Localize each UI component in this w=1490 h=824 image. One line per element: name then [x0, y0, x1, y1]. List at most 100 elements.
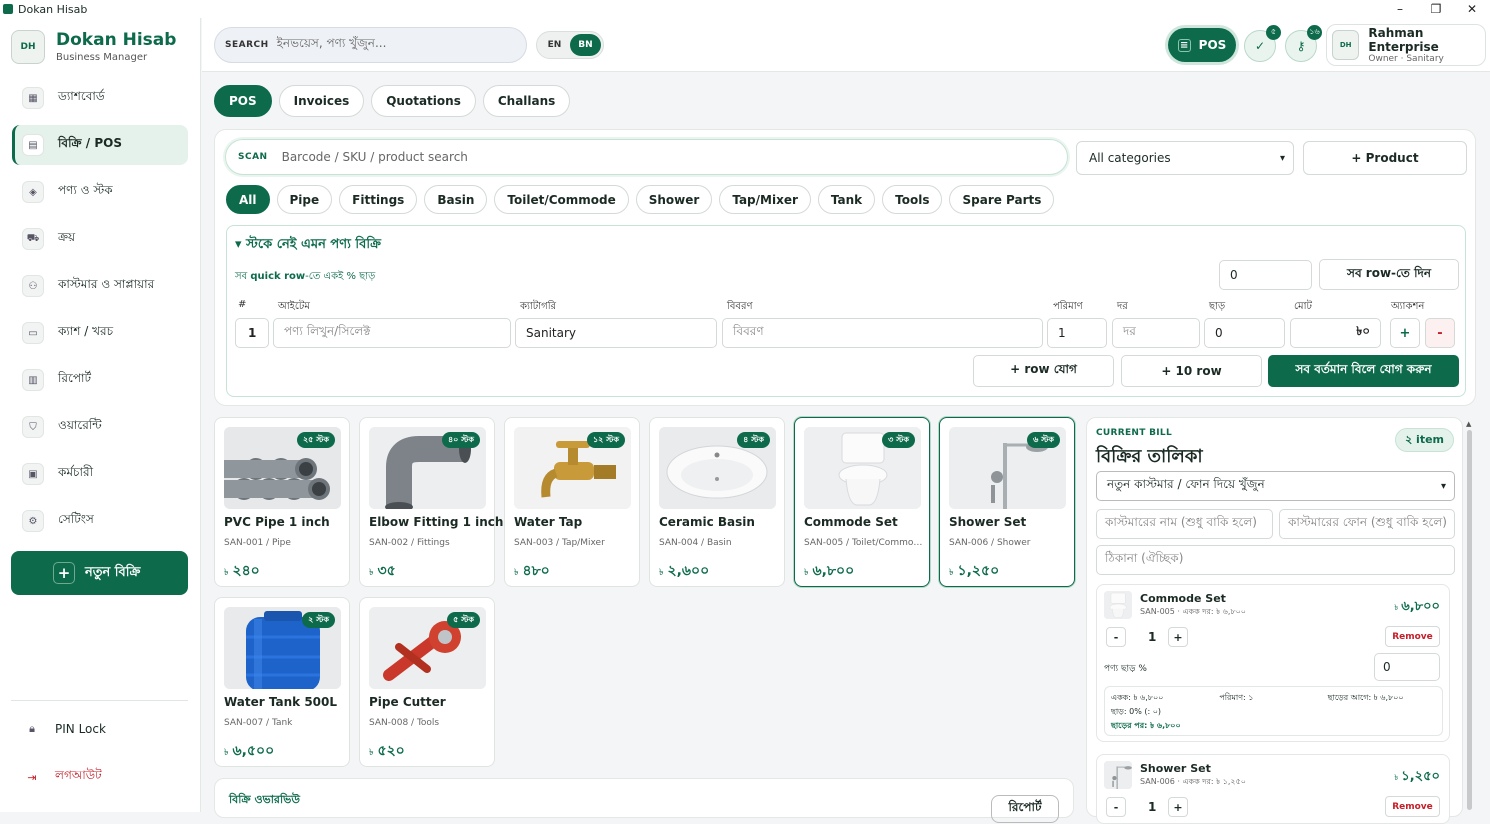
key-button[interactable]: ⚷ ১৬ — [1285, 25, 1322, 62]
category-chip[interactable]: Spare Parts — [949, 185, 1055, 214]
customer-name-input[interactable]: কাস্টমারের নাম (শুধু বাকি হলে) — [1096, 509, 1273, 539]
sidebar-item-receipt[interactable]: ▤ বিক্রি / POS — [12, 125, 188, 165]
category-chip[interactable]: Fittings — [339, 185, 418, 214]
sidebar-item-label: ক্রয় — [58, 230, 76, 244]
row-add-button[interactable]: + — [1390, 318, 1420, 348]
product-sku: SAN-007 / Tank — [224, 718, 293, 728]
new-sale-label: নতুন বিক্রি — [85, 564, 141, 580]
sidebar-item-label: সেটিংস — [58, 512, 94, 526]
item-calculation: একক: ৳ ৬,৮০০ পরিমাণ: ১ ছাড়ের আগে: ৳ ৬,৮০০… — [1104, 686, 1443, 736]
remove-item-button[interactable]: Remove — [1385, 796, 1440, 817]
sales-tabs: POS Invoices Quotations Challans — [214, 85, 577, 117]
category-chip[interactable]: Tools — [882, 185, 943, 214]
sidebar-item-gear[interactable]: ⚙ সেটিংস — [12, 501, 188, 541]
add-to-bill-button[interactable]: সব বর্তমান বিলে যোগ করুন — [1268, 355, 1459, 387]
tab-pos[interactable]: POS — [214, 85, 272, 117]
bill-scrollbar[interactable]: ▲ — [1466, 420, 1474, 812]
bulk-discount-input[interactable]: 0 — [1219, 260, 1312, 290]
category-chip[interactable]: Pipe — [276, 185, 333, 214]
tab-invoices[interactable]: Invoices — [278, 85, 365, 117]
sidebar-item-truck[interactable]: ⛟ ক্রয় — [12, 219, 188, 259]
lang-en-option[interactable]: EN — [539, 34, 570, 56]
col-num: # — [238, 299, 247, 310]
quantity-input[interactable]: 1 — [1047, 318, 1107, 348]
qty-increment-button[interactable]: + — [1168, 797, 1188, 817]
product-sku: SAN-008 / Tools — [369, 718, 440, 728]
product-image: ২ স্টক — [224, 607, 341, 689]
qty-increment-button[interactable]: + — [1168, 627, 1188, 647]
add-row-button[interactable]: + row যোগ — [973, 355, 1114, 387]
profile-card[interactable]: DH Rahman Enterprise Owner · Sanitary — [1326, 24, 1486, 66]
new-sale-button[interactable]: + নতুন বিক্রি — [11, 551, 188, 595]
row-remove-button[interactable]: - — [1425, 318, 1455, 348]
product-card[interactable]: ২ স্টক Water Tank 500L SAN-007 / Tank ৳ ৬,৫০… — [214, 597, 350, 767]
product-price: ৳ ৪৮০ — [514, 563, 550, 579]
item-discount-label: পণ্য ছাড় % — [1104, 664, 1147, 674]
sidebar-item-users[interactable]: ⚇ কাস্টমার ও সাপ্লায়ার — [12, 266, 188, 306]
sidebar-item-wallet[interactable]: ▭ ক্যাশ / খরচ — [12, 313, 188, 353]
search-input[interactable]: SEARCH ইনভয়েস, পণ্য খুঁজুন... — [214, 27, 527, 63]
language-toggle[interactable]: EN BN — [536, 31, 604, 59]
scan-placeholder: Barcode / SKU / product search — [281, 150, 468, 164]
qty-decrement-button[interactable]: - — [1106, 797, 1126, 817]
rate-input[interactable]: দর — [1112, 318, 1200, 348]
add-product-button[interactable]: + Product — [1303, 141, 1467, 175]
category-chip[interactable]: Tap/Mixer — [719, 185, 811, 214]
apply-all-rows-button[interactable]: সব row-তে দিন — [1319, 259, 1459, 290]
window-titlebar: Dokan Hisab – ❐ ✕ — [0, 0, 1490, 18]
product-card[interactable]: ৪০ স্টক Elbow Fitting 1 inch SAN-002 / Fit… — [359, 417, 503, 587]
report-button[interactable]: রিপোর্ট — [991, 795, 1059, 823]
col-desc: বিবরণ — [727, 301, 753, 312]
bill-item-name: Shower Set — [1140, 762, 1211, 775]
remove-item-button[interactable]: Remove — [1385, 626, 1440, 647]
tab-quotations[interactable]: Quotations — [371, 85, 476, 117]
warranty-check-button[interactable]: ✓ ৫ — [1244, 25, 1281, 62]
pos-panel: SCAN Barcode / SKU / product search All … — [214, 129, 1476, 406]
add-10-rows-button[interactable]: + 10 row — [1121, 355, 1262, 387]
item-discount-input[interactable]: 0 — [1374, 653, 1440, 681]
discount-input[interactable]: 0 — [1204, 318, 1285, 348]
product-card[interactable]: ৪ স্টক Ceramic Basin SAN-004 / Basin ৳ ২,৬০০ — [649, 417, 785, 587]
category-input[interactable]: Sanitary — [515, 318, 717, 348]
col-category: ক্যাটাগরি — [520, 301, 557, 312]
quick-sale-toggle[interactable]: ▾ স্টকে নেই এমন পণ্য বিক্রি — [235, 235, 381, 256]
close-button[interactable]: ✕ — [1454, 2, 1490, 16]
logout-icon: ⇥ — [27, 770, 37, 784]
product-name: Elbow Fitting 1 inch — [369, 515, 504, 529]
sidebar-item-chart[interactable]: ▥ রিপোর্ট — [12, 360, 188, 400]
tab-challans[interactable]: Challans — [482, 85, 571, 117]
sidebar-item-label: ড্যাশবোর্ড — [58, 89, 105, 103]
scrollbar-thumb[interactable] — [1467, 430, 1472, 810]
scan-input[interactable]: SCAN Barcode / SKU / product search — [225, 139, 1068, 175]
product-card[interactable]: ৩ স্টক Commode Set SAN-005 / Toilet/Commod… — [794, 417, 930, 587]
category-chip[interactable]: All — [226, 185, 270, 214]
sidebar-item-calendar[interactable]: ▣ কর্মচারী — [12, 454, 188, 494]
item-input[interactable]: পণ্য লিখুন/সিলেক্ট — [273, 318, 511, 348]
sidebar-item-shield[interactable]: ⛉ ওয়ারেন্টি — [12, 407, 188, 447]
minimize-button[interactable]: – — [1382, 2, 1418, 16]
product-card[interactable]: ২৫ স্টক PVC Pipe 1 inch SAN-001 / Pipe ৳ ২৪০ — [214, 417, 350, 587]
category-chip[interactable]: Tank — [817, 185, 876, 214]
category-chip[interactable]: Basin — [424, 185, 488, 214]
sidebar-item-box[interactable]: ◈ পণ্য ও স্টক — [12, 172, 188, 212]
pin-lock-button[interactable]: 🔒︎ PIN Lock — [11, 709, 188, 749]
sidebar-item-grid[interactable]: ▦ ড্যাশবোর্ড — [12, 78, 188, 118]
stock-badge: ৪ স্টক — [737, 432, 770, 448]
category-chip[interactable]: Toilet/Commode — [494, 185, 629, 214]
customer-select[interactable]: নতুন কাস্টমার / ফোন দিয়ে খুঁজুন ▾ — [1096, 471, 1455, 501]
lang-bn-option[interactable]: BN — [570, 34, 601, 56]
logout-button[interactable]: ⇥ লগআউট — [11, 757, 188, 797]
sidebar-item-label: রিপোর্ট — [58, 371, 92, 385]
address-input[interactable]: ঠিকানা (ঐচ্ছিক) — [1096, 545, 1455, 575]
category-select[interactable]: All categories ▾ — [1076, 141, 1294, 175]
bill-item-name: Commode Set — [1140, 592, 1226, 605]
product-card[interactable]: ৫ স্টক Pipe Cutter SAN-008 / Tools ৳ ৫২০ — [359, 597, 495, 767]
customer-phone-input[interactable]: কাস্টমারের ফোন (শুধু বাকি হলে) — [1279, 509, 1455, 539]
maximize-button[interactable]: ❐ — [1418, 2, 1454, 16]
product-card[interactable]: ১২ স্টক Water Tap SAN-003 / Tap/Mixer ৳ ৪৮০ — [504, 417, 640, 587]
description-input[interactable]: বিবরণ — [722, 318, 1043, 348]
category-chip[interactable]: Shower — [635, 185, 713, 214]
product-card[interactable]: ৬ স্টক Shower Set SAN-006 / Shower ৳ ১,২৫০ — [939, 417, 1075, 587]
qty-decrement-button[interactable]: - — [1106, 627, 1126, 647]
pos-button[interactable]: ≡ POS — [1168, 28, 1236, 62]
